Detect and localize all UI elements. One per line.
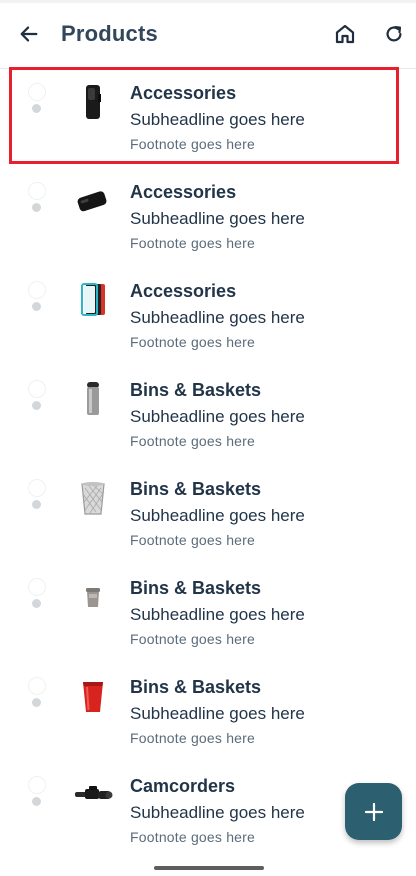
arrow-left-icon <box>20 26 38 42</box>
product-list: Accessories Subheadline goes here Footno… <box>0 67 416 861</box>
refresh-icon <box>386 26 402 42</box>
radio-button[interactable] <box>28 83 46 101</box>
steel-bin-image <box>73 381 113 417</box>
list-item[interactable]: Accessories Subheadline goes here Footno… <box>0 168 416 267</box>
radio-button[interactable] <box>28 380 46 398</box>
item-headline: Camcorders <box>130 776 236 796</box>
list-item[interactable]: Accessories Subheadline goes here Footno… <box>0 67 416 168</box>
small-grey-bin-image <box>73 579 113 615</box>
radio-button[interactable] <box>28 776 46 794</box>
home-icon <box>335 24 355 44</box>
item-selector[interactable] <box>28 776 46 810</box>
item-subheadline: Subheadline goes here <box>130 803 305 822</box>
home-indicator[interactable] <box>154 866 264 870</box>
status-dot <box>32 203 41 212</box>
list-item[interactable]: Bins & Baskets Subheadline goes here Foo… <box>0 663 416 762</box>
power-bank-image <box>73 183 113 219</box>
item-headline: Bins & Baskets <box>130 479 262 499</box>
phone-case-image <box>73 84 113 120</box>
item-footnote: Footnote goes here <box>130 235 256 251</box>
item-selector[interactable] <box>28 281 46 315</box>
status-dot <box>32 104 41 113</box>
item-headline: Bins & Baskets <box>130 677 262 697</box>
item-footnote: Footnote goes here <box>130 829 256 845</box>
item-footnote: Footnote goes here <box>130 334 256 350</box>
plus-icon <box>364 802 383 821</box>
item-subheadline: Subheadline goes here <box>130 506 305 525</box>
app-header: Products <box>0 0 416 69</box>
add-product-button[interactable] <box>345 783 402 840</box>
item-subheadline: Subheadline goes here <box>130 407 305 426</box>
list-item[interactable]: Accessories Subheadline goes here Footno… <box>0 267 416 366</box>
item-headline: Accessories <box>130 182 237 202</box>
item-selector[interactable] <box>28 578 46 612</box>
item-selector[interactable] <box>28 380 46 414</box>
page-title: Products <box>61 21 158 46</box>
item-selector[interactable] <box>28 479 46 513</box>
item-footnote: Footnote goes here <box>130 730 256 746</box>
radio-button[interactable] <box>28 479 46 497</box>
home-button[interactable] <box>327 16 363 52</box>
status-dot <box>32 401 41 410</box>
item-headline: Accessories <box>130 83 237 103</box>
status-dot <box>32 797 41 806</box>
status-dot <box>32 599 41 608</box>
radio-button[interactable] <box>28 281 46 299</box>
radio-button[interactable] <box>28 182 46 200</box>
radio-button[interactable] <box>28 578 46 596</box>
item-footnote: Footnote goes here <box>130 433 256 449</box>
item-footnote: Footnote goes here <box>130 136 256 152</box>
list-item[interactable]: Bins & Baskets Subheadline goes here Foo… <box>0 564 416 663</box>
item-subheadline: Subheadline goes here <box>130 110 305 129</box>
item-subheadline: Subheadline goes here <box>130 209 305 228</box>
colored-phone-cases-image <box>73 282 113 318</box>
mesh-basket-image <box>73 480 113 516</box>
item-headline: Bins & Baskets <box>130 380 262 400</box>
item-headline: Accessories <box>130 281 237 301</box>
status-bar-edge <box>0 0 416 3</box>
status-dot <box>32 698 41 707</box>
item-footnote: Footnote goes here <box>130 631 256 647</box>
item-subheadline: Subheadline goes here <box>130 308 305 327</box>
radio-button[interactable] <box>28 677 46 695</box>
item-selector[interactable] <box>28 677 46 711</box>
item-subheadline: Subheadline goes here <box>130 704 305 723</box>
refresh-button[interactable] <box>376 16 412 52</box>
item-footnote: Footnote goes here <box>130 532 256 548</box>
item-subheadline: Subheadline goes here <box>130 605 305 624</box>
products-screen: Products Accessories Subheadline goes he… <box>0 0 416 876</box>
item-selector[interactable] <box>28 83 46 117</box>
red-bin-image <box>73 678 113 714</box>
status-dot <box>32 302 41 311</box>
camcorder-image <box>73 777 113 813</box>
item-headline: Bins & Baskets <box>130 578 262 598</box>
back-button[interactable] <box>11 16 47 52</box>
list-item[interactable]: Bins & Baskets Subheadline goes here Foo… <box>0 465 416 564</box>
item-selector[interactable] <box>28 182 46 216</box>
status-dot <box>32 500 41 509</box>
list-item[interactable]: Bins & Baskets Subheadline goes here Foo… <box>0 366 416 465</box>
